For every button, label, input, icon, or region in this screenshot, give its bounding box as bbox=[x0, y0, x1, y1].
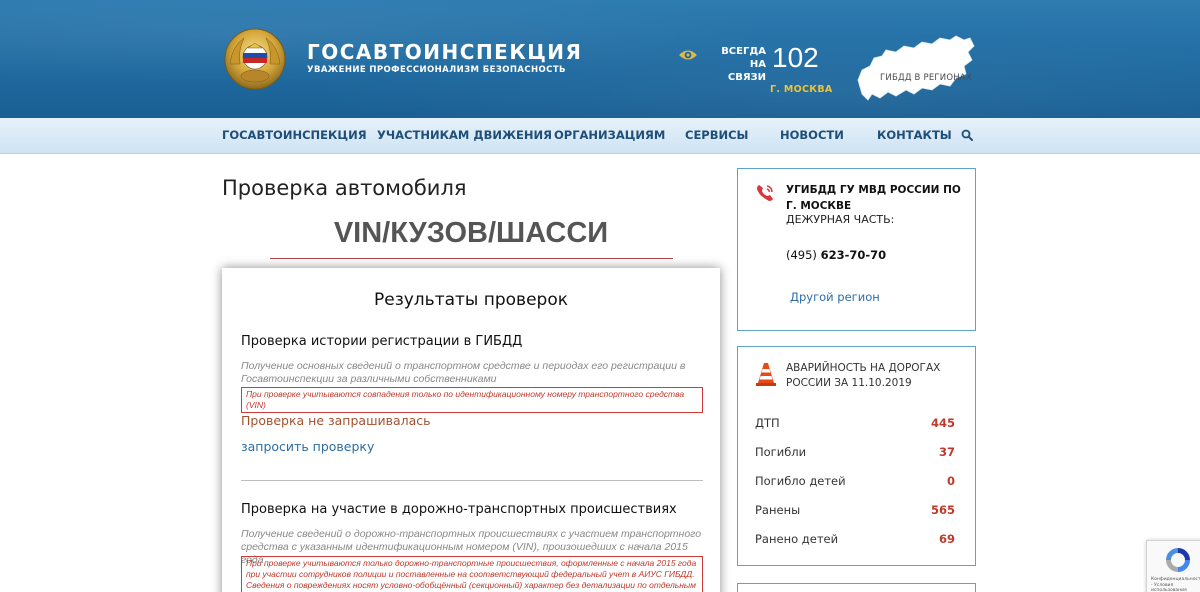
stat-row-accidents: ДТП 445 bbox=[755, 416, 955, 432]
always-line-2: НА СВЯЗИ bbox=[727, 59, 766, 83]
accident-stats-title: АВАРИЙНОСТЬ НА ДОРОГАХ РОССИИ ЗА 11.10.2… bbox=[786, 362, 941, 389]
site-header: ГОСАВТОИНСПЕКЦИЯ УВАЖЕНИЕ ПРОФЕССИОНАЛИЗ… bbox=[0, 0, 1200, 118]
accident-check-title: Проверка на участие в дорожно-транспортн… bbox=[241, 502, 677, 517]
accident-check-note: При проверке учитываются только дорожно-… bbox=[241, 556, 703, 592]
gibdd-emblem-icon[interactable] bbox=[222, 26, 288, 92]
request-registration-check-link[interactable]: запросить проверку bbox=[241, 439, 374, 454]
emergency-phone[interactable]: 102 bbox=[772, 42, 819, 74]
city-selector[interactable]: Г. МОСКВА bbox=[770, 84, 833, 95]
brand-subtitle: УВАЖЕНИЕ ПРОФЕССИОНАЛИЗМ БЕЗОПАСНОСТЬ bbox=[307, 65, 566, 75]
eye-icon[interactable] bbox=[678, 48, 698, 62]
russia-map-icon[interactable] bbox=[852, 32, 978, 106]
stat-label: Погибло детей bbox=[755, 474, 846, 488]
always-line-1: ВСЕГДА bbox=[721, 46, 766, 57]
nav-item-contacts[interactable]: КОНТАКТЫ bbox=[877, 128, 952, 142]
stat-value: 0 bbox=[946, 474, 955, 488]
always-on-air-label: ВСЕГДА НА СВЯЗИ bbox=[710, 45, 766, 84]
nav-item-organizations[interactable]: ОРГАНИЗАЦИЯМ bbox=[554, 128, 665, 142]
stat-label: Ранены bbox=[755, 503, 801, 517]
registration-check-status: Проверка не запрашивалась bbox=[241, 413, 431, 428]
stat-value: 37 bbox=[938, 445, 955, 459]
nav-item-services[interactable]: СЕРВИСЫ bbox=[685, 128, 748, 142]
duty-phone[interactable]: (495) 623-70-70 bbox=[786, 248, 886, 262]
section-divider bbox=[241, 480, 703, 481]
results-title: Результаты проверок bbox=[374, 290, 568, 310]
traffic-cone-icon bbox=[756, 363, 776, 386]
main-navigation: ГОСАВТОИНСПЕКЦИЯ УЧАСТНИКАМ ДВИЖЕНИЯ ОРГ… bbox=[0, 118, 1200, 154]
recaptcha-badge[interactable]: Конфиденциальность - Условия использован… bbox=[1146, 540, 1200, 592]
brand-title[interactable]: ГОСАВТОИНСПЕКЦИЯ bbox=[307, 40, 582, 64]
phone-icon bbox=[757, 185, 773, 201]
stat-label: Ранено детей bbox=[755, 532, 839, 546]
other-region-link[interactable]: Другой регион bbox=[790, 290, 880, 304]
nav-item-traffic-participants[interactable]: УЧАСТНИКАМ ДВИЖЕНИЯ bbox=[377, 128, 552, 142]
recaptcha-icon bbox=[1166, 548, 1190, 572]
accident-stats-box: АВАРИЙНОСТЬ НА ДОРОГАХ РОССИИ ЗА 11.10.2… bbox=[737, 346, 976, 566]
department-name: УГИБДД ГУ МВД РОССИИ ПО Г. МОСКВЕ bbox=[786, 184, 961, 212]
stat-row-injured: Ранены 565 bbox=[755, 503, 955, 519]
stat-row-children-killed: Погибло детей 0 bbox=[755, 474, 955, 490]
sidebar-next-box bbox=[737, 583, 976, 592]
stat-label: ДТП bbox=[755, 416, 780, 430]
registration-check-note: При проверке учитываются совпадения толь… bbox=[241, 387, 703, 413]
vin-heading: VIN/КУЗОВ/ШАССИ bbox=[333, 217, 609, 249]
duty-phone-code: (495) bbox=[786, 248, 817, 262]
search-icon[interactable] bbox=[961, 129, 973, 141]
stat-row-killed: Погибли 37 bbox=[755, 445, 955, 461]
nav-item-gosavtoinspekciya[interactable]: ГОСАВТОИНСПЕКЦИЯ bbox=[222, 128, 367, 142]
results-panel: Результаты проверок Проверка истории рег… bbox=[222, 268, 720, 592]
page-title: Проверка автомобиля bbox=[222, 176, 467, 200]
duty-label: ДЕЖУРНАЯ ЧАСТЬ: bbox=[786, 213, 895, 226]
nav-item-news[interactable]: НОВОСТИ bbox=[780, 128, 844, 142]
registration-check-title: Проверка истории регистрации в ГИБДД bbox=[241, 334, 523, 349]
regions-link[interactable]: ГИБДД В РЕГИОНАХ bbox=[880, 73, 972, 83]
contact-box: УГИБДД ГУ МВД РОССИИ ПО Г. МОСКВЕ ДЕЖУРН… bbox=[737, 168, 976, 331]
stat-value: 69 bbox=[938, 532, 955, 546]
stat-value: 565 bbox=[930, 503, 955, 517]
duty-phone-number: 623-70-70 bbox=[820, 248, 887, 262]
stat-value: 445 bbox=[930, 416, 955, 430]
recaptcha-links[interactable]: Конфиденциальность - Условия использован… bbox=[1151, 577, 1200, 592]
registration-check-description: Получение основных сведений о транспортн… bbox=[241, 360, 686, 385]
vin-underline bbox=[270, 258, 673, 259]
stat-row-children-injured: Ранено детей 69 bbox=[755, 532, 955, 548]
stat-label: Погибли bbox=[755, 445, 807, 459]
header-background bbox=[0, 0, 1200, 118]
